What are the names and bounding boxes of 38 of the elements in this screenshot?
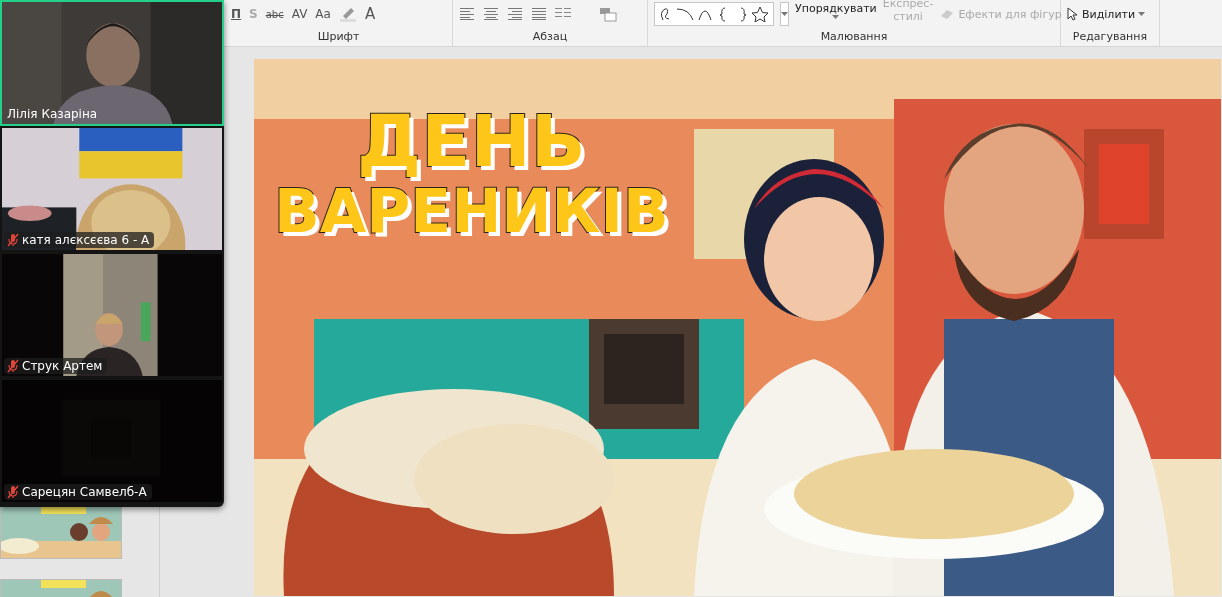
shape-effects-icon <box>939 8 956 20</box>
strike-tool[interactable]: abc <box>265 8 284 20</box>
align-left-icon[interactable] <box>459 8 475 20</box>
group-label: Абзац <box>531 30 569 43</box>
participant-name: Лілія Казаріна <box>7 107 98 121</box>
highlighter-icon[interactable] <box>338 6 357 22</box>
underline-tool[interactable]: П <box>231 7 242 21</box>
caret-icon <box>1138 12 1146 16</box>
muted-mic-icon <box>7 485 19 499</box>
text-direction-icon[interactable] <box>599 6 617 22</box>
font-color-tool[interactable]: A <box>364 5 376 23</box>
justify-icon[interactable] <box>531 8 547 20</box>
slide-title: ДЕНЬ <box>357 104 586 180</box>
columns-icon[interactable] <box>555 8 571 20</box>
gallery-more-button[interactable] <box>780 2 789 26</box>
cursor-icon <box>1067 7 1079 21</box>
align-right-icon[interactable] <box>507 8 523 20</box>
spacing-tool[interactable]: AV <box>291 7 308 21</box>
group-label: Малювання <box>819 30 889 43</box>
arrange-button[interactable]: Упорядкувати <box>795 1 877 19</box>
group-label: Шрифт <box>316 30 361 43</box>
caret-icon <box>781 12 788 16</box>
video-tile[interactable]: Сарецян Самвелб-А <box>0 378 224 504</box>
shapes-gallery[interactable] <box>654 2 774 26</box>
muted-mic-icon <box>7 359 19 373</box>
video-tile[interactable]: Лілія Казаріна <box>0 0 224 126</box>
participant-name: катя алєксєєва 6 - А <box>22 233 150 247</box>
group-label: Редагування <box>1071 30 1149 43</box>
video-tile[interactable]: Струк Артем <box>0 252 224 378</box>
video-tile[interactable]: катя алєксєєва 6 - А <box>0 126 224 252</box>
participant-name: Струк Артем <box>22 359 103 373</box>
participant-name: Сарецян Самвелб-А <box>22 485 147 499</box>
slide-title: ВАРЕНИКІВ <box>274 179 669 243</box>
caret-icon <box>832 14 840 19</box>
select-button[interactable]: Виділити <box>1067 7 1146 21</box>
muted-mic-icon <box>7 233 19 247</box>
align-center-icon[interactable] <box>483 8 499 20</box>
case-tool[interactable]: Aa <box>315 7 331 21</box>
